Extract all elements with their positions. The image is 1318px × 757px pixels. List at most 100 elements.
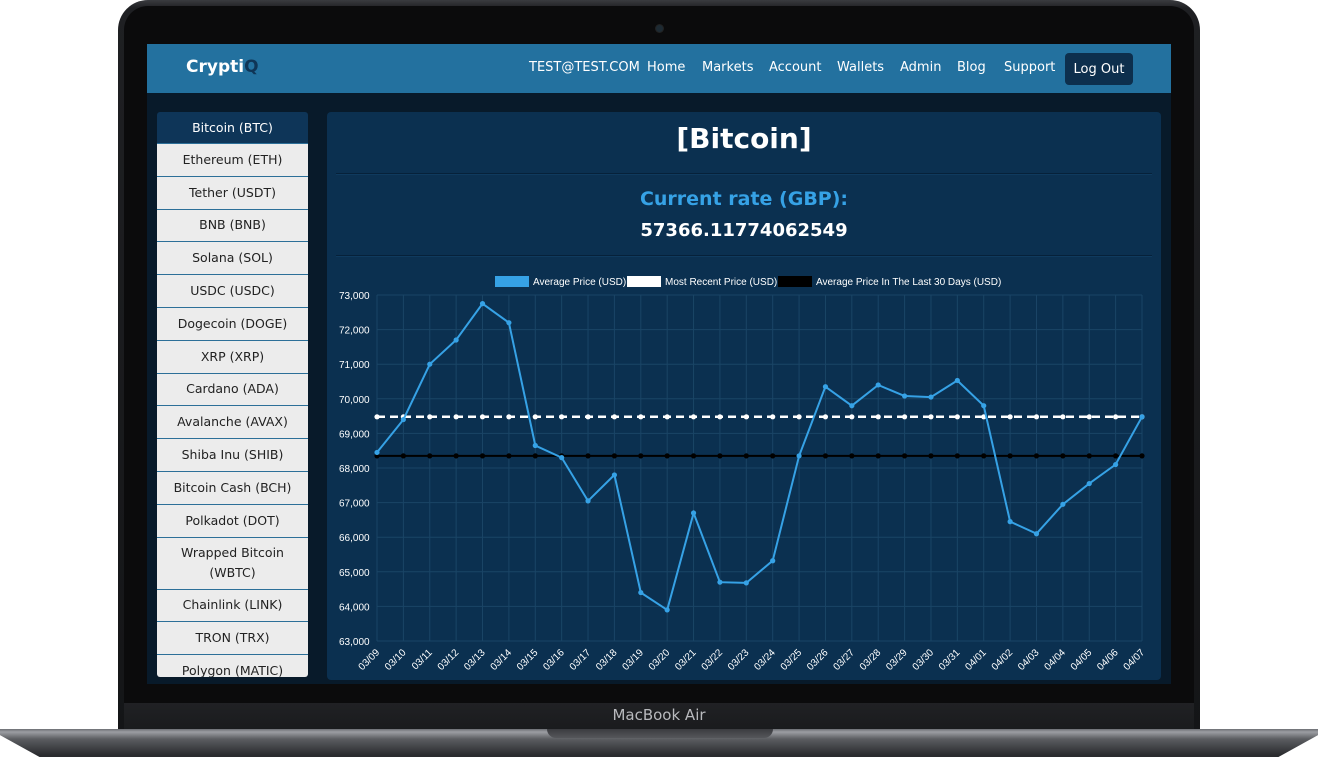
data-point-0 — [1060, 501, 1066, 507]
y-tick-label: 71,000 — [339, 360, 370, 371]
data-point-0 — [400, 416, 406, 423]
y-tick-label: 72,000 — [339, 326, 370, 337]
x-tick-label: 03/24 — [752, 647, 778, 673]
sidebar-item-usdc[interactable]: USDC (USDC) — [157, 275, 308, 308]
data-point-2 — [1060, 453, 1066, 459]
y-tick-label: 70,000 — [339, 395, 370, 406]
data-point-2 — [1086, 453, 1092, 459]
data-point-1 — [1060, 414, 1066, 420]
data-point-2 — [981, 453, 987, 459]
sidebar-item-dot[interactable]: Polkadot (DOT) — [157, 504, 308, 538]
y-tick-label: 68,000 — [339, 464, 370, 475]
laptop-notch — [547, 729, 773, 738]
data-point-2 — [875, 453, 881, 459]
data-point-0 — [849, 403, 855, 409]
sidebar-item-matic[interactable]: Polygon (MATIC) — [157, 655, 308, 677]
x-tick-label: 03/25 — [779, 647, 805, 673]
data-point-2 — [506, 453, 512, 459]
sidebar-item-bch[interactable]: Bitcoin Cash (BCH) — [157, 471, 308, 505]
y-tick-label: 67,000 — [339, 499, 370, 510]
sidebar-item-trx[interactable]: TRON (TRX) — [157, 622, 308, 656]
y-tick-label: 73,000 — [339, 291, 370, 302]
data-point-0 — [875, 382, 881, 388]
legend-label-1: Most Recent Price (USD) — [665, 277, 777, 288]
x-tick-label: 03/17 — [568, 647, 594, 673]
data-point-1 — [901, 414, 908, 420]
x-tick-label: 04/06 — [1095, 647, 1121, 673]
x-tick-label: 03/30 — [911, 647, 937, 673]
x-tick-label: 03/10 — [383, 647, 409, 673]
nav-home[interactable]: Home — [647, 60, 685, 75]
y-tick-label: 64,000 — [339, 602, 370, 613]
data-point-2 — [585, 453, 591, 459]
price-line-chart: 73,000 72,000 71,000 70,000 69,000 68,000 67,0… — [339, 276, 1147, 673]
data-point-2 — [717, 453, 723, 459]
x-tick-label: 03/16 — [541, 647, 567, 673]
sidebar-item-doge[interactable]: Dogecoin (DOGE) — [157, 307, 308, 341]
app-screen: CryptiQ TEST@TEST.COM Home Markets Accou… — [147, 44, 1171, 684]
data-point-1 — [822, 414, 829, 420]
data-point-0 — [770, 558, 776, 564]
nav-support[interactable]: Support — [1004, 60, 1055, 75]
x-tick-label: 04/05 — [1069, 647, 1095, 673]
data-point-0 — [743, 580, 749, 586]
sidebar-item-link[interactable]: Chainlink (LINK) — [157, 589, 308, 623]
device-label: MacBook Air — [612, 706, 706, 724]
nav-blog[interactable]: Blog — [957, 60, 986, 75]
data-point-1 — [479, 414, 486, 420]
x-tick-label: 03/12 — [436, 647, 462, 673]
sidebar-item-sol[interactable]: Solana (SOL) — [157, 242, 308, 276]
data-point-1 — [585, 414, 591, 420]
sidebar-item-usdt[interactable]: Tether (USDT) — [157, 176, 308, 210]
x-tick-label: 03/13 — [462, 647, 488, 673]
x-tick-label: 03/29 — [884, 647, 910, 673]
top-navbar: CryptiQ TEST@TEST.COM Home Markets Accou… — [147, 44, 1171, 93]
data-point-1 — [875, 414, 881, 420]
data-point-2 — [1139, 453, 1145, 459]
data-point-0 — [638, 589, 644, 596]
sidebar-item-avax[interactable]: Avalanche (AVAX) — [157, 406, 308, 440]
data-point-2 — [770, 453, 776, 459]
nav-markets[interactable]: Markets — [702, 60, 753, 75]
nav-wallets[interactable]: Wallets — [837, 60, 884, 75]
sidebar-item-xrp[interactable]: XRP (XRP) — [157, 340, 308, 374]
x-tick-label: 03/26 — [805, 647, 831, 673]
sidebar-item-btc[interactable]: Bitcoin (BTC) — [157, 112, 308, 144]
x-tick-label: 03/21 — [673, 647, 699, 673]
data-point-0 — [690, 510, 697, 516]
data-point-0 — [585, 498, 591, 504]
x-tick-label: 03/11 — [410, 647, 435, 672]
sidebar-item-ada[interactable]: Cardano (ADA) — [157, 373, 308, 407]
sidebar-item-wbtc[interactable]: Wrapped Bitcoin (WBTC) — [157, 537, 308, 590]
data-point-2 — [1033, 453, 1040, 459]
y-tick-label: 69,000 — [339, 429, 370, 440]
x-tick-label: 04/01 — [963, 647, 989, 673]
sidebar-item-shib[interactable]: Shiba Inu (SHIB) — [157, 439, 308, 472]
data-point-1 — [532, 414, 538, 420]
data-point-2 — [479, 453, 486, 459]
sidebar-item-bnb[interactable]: BNB (BNB) — [157, 209, 308, 243]
data-point-1 — [1033, 414, 1040, 420]
nav-account[interactable]: Account — [769, 60, 822, 75]
legend-label-2: Average Price In The Last 30 Days (USD) — [816, 277, 1001, 288]
x-tick-label: 03/28 — [858, 647, 884, 673]
data-point-0 — [506, 320, 512, 326]
data-point-2 — [427, 453, 433, 459]
data-point-0 — [954, 377, 960, 384]
legend-swatch-2 — [778, 276, 812, 287]
data-point-1 — [611, 414, 618, 420]
nav-user-email[interactable]: TEST@TEST.COM — [529, 60, 640, 75]
sidebar-item-eth[interactable]: Ethereum (ETH) — [157, 144, 308, 177]
x-tick-label: 04/04 — [1043, 647, 1069, 673]
logout-button[interactable]: Log Out — [1065, 53, 1133, 85]
data-point-0 — [427, 361, 433, 367]
data-point-0 — [611, 472, 618, 478]
data-point-0 — [1086, 480, 1092, 487]
y-tick-label: 63,000 — [339, 637, 370, 648]
brand-logo[interactable]: CryptiQ — [186, 57, 259, 77]
nav-admin[interactable]: Admin — [900, 60, 941, 75]
data-point-2 — [954, 453, 960, 459]
x-tick-label: 04/02 — [990, 647, 1016, 673]
data-point-1 — [427, 414, 433, 420]
data-point-1 — [796, 414, 802, 420]
